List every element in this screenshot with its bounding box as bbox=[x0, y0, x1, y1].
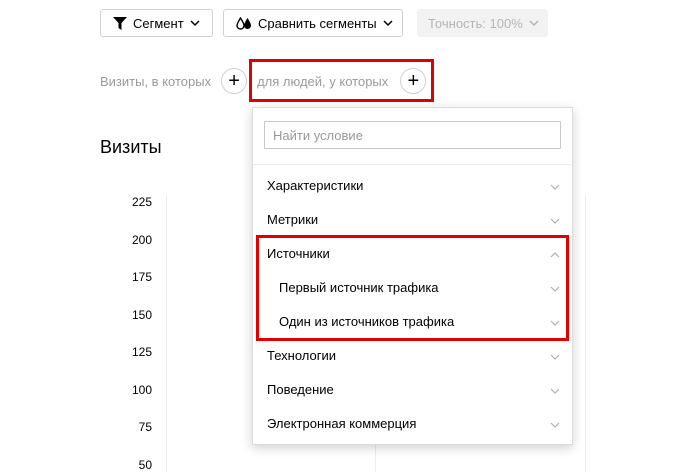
y-tick-label: 125 bbox=[131, 345, 152, 359]
dropdown-item-ecommerce[interactable]: Электронная коммерция bbox=[253, 408, 572, 438]
dropdown-item-label: Метрики bbox=[267, 211, 319, 227]
dropdown-item-technologies[interactable]: Технологии bbox=[253, 340, 572, 370]
y-tick-label: 100 bbox=[131, 383, 152, 397]
y-tick-label: 175 bbox=[131, 270, 152, 284]
funnel-icon bbox=[113, 16, 127, 30]
visits-condition-label: Визиты, в которых bbox=[100, 73, 212, 89]
chevron-down-icon bbox=[190, 18, 200, 28]
compare-segments-label: Сравнить сегменты bbox=[258, 15, 377, 31]
grid-line bbox=[166, 196, 167, 472]
chevron-down-icon bbox=[550, 384, 560, 394]
chevron-down-icon bbox=[550, 418, 560, 428]
people-condition-label: для людей, у которых bbox=[257, 73, 389, 89]
chevron-down-icon bbox=[550, 316, 560, 326]
y-tick-label: 50 bbox=[138, 458, 152, 472]
accuracy-label: Точность: 100% bbox=[428, 15, 523, 31]
dropdown-item-label: Характеристики bbox=[267, 177, 364, 193]
dropdown-item-sources[interactable]: Источники bbox=[253, 238, 572, 268]
dropdown-item-label: Поведение bbox=[267, 381, 334, 397]
dropdown-item-label: Электронная коммерция bbox=[267, 415, 417, 431]
add-people-condition-button[interactable]: + bbox=[400, 68, 427, 94]
condition-search-placeholder: Найти условие bbox=[273, 127, 363, 143]
compare-segments-button[interactable]: Сравнить сегменты bbox=[223, 9, 403, 37]
chevron-down-icon bbox=[550, 350, 560, 360]
chevron-down-icon bbox=[550, 180, 560, 190]
condition-dropdown: Найти условие Характеристики Метрики Ист… bbox=[252, 107, 573, 445]
chevron-down-icon bbox=[383, 18, 393, 28]
chevron-up-icon bbox=[550, 248, 560, 258]
plus-icon: + bbox=[228, 70, 240, 92]
accuracy-select: Точность: 100% bbox=[417, 9, 548, 37]
dropdown-item-label: Технологии bbox=[267, 347, 337, 363]
chart-title: Визиты bbox=[100, 137, 162, 157]
divider bbox=[253, 164, 572, 165]
dropdown-item-label: Один из источников трафика bbox=[279, 313, 455, 329]
plus-icon: + bbox=[407, 70, 420, 92]
dropdown-item-label: Источники bbox=[267, 245, 330, 261]
y-tick-label: 200 bbox=[131, 233, 152, 247]
chevron-down-icon bbox=[550, 214, 560, 224]
dropdown-item-behavior[interactable]: Поведение bbox=[253, 374, 572, 404]
add-visit-condition-button[interactable]: + bbox=[221, 68, 248, 94]
chevron-down-icon bbox=[550, 282, 560, 292]
y-tick-label: 225 bbox=[131, 195, 152, 209]
chevron-down-icon bbox=[529, 18, 539, 28]
y-tick-label: 150 bbox=[131, 308, 152, 322]
segment-button-label: Сегмент bbox=[133, 15, 184, 31]
y-tick-label: 75 bbox=[138, 420, 152, 434]
compare-drops-icon bbox=[236, 16, 252, 30]
dropdown-item-first-traffic-source[interactable]: Первый источник трафика bbox=[253, 272, 572, 302]
dropdown-item-label: Первый источник трафика bbox=[279, 279, 439, 295]
segment-conditions-row: Визиты, в которых + для людей, у которых… bbox=[100, 66, 427, 96]
condition-search-input[interactable]: Найти условие bbox=[264, 121, 561, 149]
dropdown-item-any-traffic-source[interactable]: Один из источников трафика bbox=[253, 306, 572, 336]
grid-line bbox=[585, 196, 586, 472]
dropdown-item-characteristics[interactable]: Характеристики bbox=[253, 170, 572, 200]
segment-button[interactable]: Сегмент bbox=[100, 9, 213, 37]
dropdown-item-metrics[interactable]: Метрики bbox=[253, 204, 572, 234]
